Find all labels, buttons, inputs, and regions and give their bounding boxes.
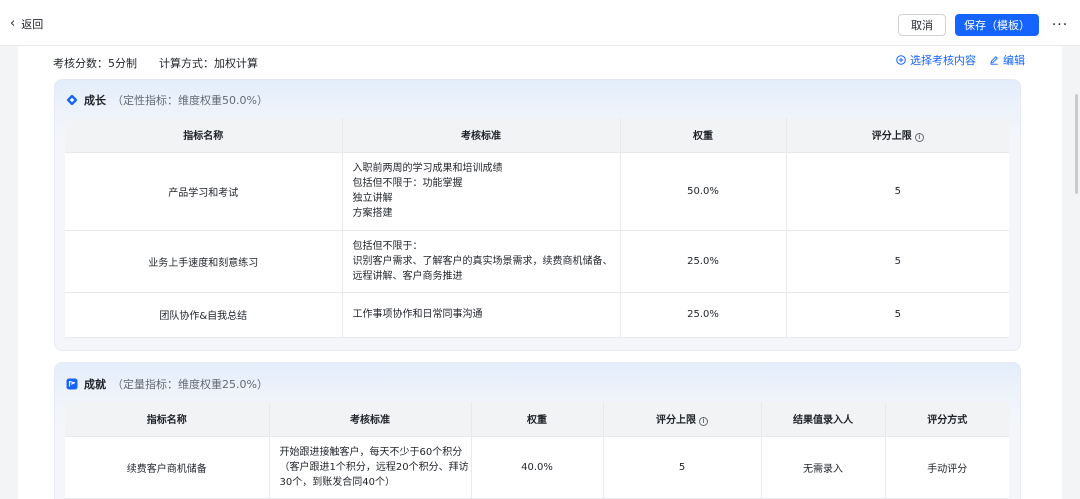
table-row: 业务上手速度和刻意练习 包括但不限于： 识别客户需求、了解客户的真实场景需求，续… bbox=[65, 230, 1009, 293]
back-button[interactable]: ‹ 返回 bbox=[10, 16, 43, 32]
column-header: 评分方式 bbox=[885, 402, 1009, 437]
scoring-method-cell: 手动评分 bbox=[885, 436, 1009, 499]
more-options-icon[interactable]: ··· bbox=[1050, 14, 1070, 36]
flag-icon bbox=[66, 378, 78, 390]
section-title: 成长 bbox=[84, 94, 106, 107]
column-header: 考核标准 bbox=[342, 118, 621, 153]
column-header-label: 评分上限 bbox=[656, 415, 696, 427]
diamond-icon bbox=[66, 94, 78, 106]
section-title: 成就 bbox=[84, 378, 106, 391]
column-header-score-limit: 评分上限 i bbox=[786, 118, 1009, 153]
indicator-name: 产品学习和考试 bbox=[65, 152, 343, 231]
standard-cell: 工作事项协作和日常同事沟通 bbox=[342, 292, 621, 338]
result-entry-cell: 无需录入 bbox=[761, 436, 886, 499]
indicator-name: 业务上手速度和刻意练习 bbox=[65, 230, 343, 293]
select-content-link[interactable]: 选择考核内容 bbox=[896, 52, 976, 68]
column-header: 结果值录入人 bbox=[761, 402, 886, 437]
standard-cell: 入职前两周的学习成果和培训成绩 包括但不限于：功能掌握 独立讲解 方案搭建 bbox=[342, 152, 621, 231]
table-row: 续费客户商机储备 开始跟进接触客户，每天不少于60个积分 （客户跟进1个积分，远… bbox=[65, 436, 1009, 499]
score-limit-cell: 5 bbox=[786, 292, 1009, 338]
standard-line: 30个，到账发合同40个） bbox=[279, 476, 395, 488]
table-row: 产品学习和考试 入职前两周的学习成果和培训成绩 包括但不限于：功能掌握 独立讲解… bbox=[65, 152, 1009, 231]
standard-line: 识别客户需求、了解客户的真实场景需求，续费商机储备、 bbox=[352, 255, 613, 267]
table-header-row: 指标名称 考核标准 权重 评分上限 i 结果值录入人 评分方式 bbox=[65, 402, 1009, 437]
standard-cell: 包括但不限于： 识别客户需求、了解客户的真实场景需求，续费商机储备、 远程讲解、… bbox=[342, 230, 621, 293]
indicator-name: 团队协作&自我总结 bbox=[65, 292, 343, 338]
column-header-score-limit: 评分上限 i bbox=[603, 402, 762, 437]
info-icon[interactable]: i bbox=[914, 133, 924, 143]
save-template-button[interactable]: 保存（模板） bbox=[955, 14, 1039, 36]
score-limit-cell: 5 bbox=[786, 152, 1009, 231]
standard-line: 包括但不限于：功能掌握 bbox=[352, 178, 463, 189]
standard-line: 包括但不限于： bbox=[352, 240, 423, 252]
standard-line: 开始跟进接触客户，每天不少于60个积分 bbox=[279, 446, 463, 458]
growth-indicators-table: 指标名称 考核标准 权重 评分上限 i 产品学习和考试 入职前两周的学习成果和培训… bbox=[65, 118, 1009, 338]
column-header-label: 评分上限 bbox=[871, 131, 912, 143]
cancel-button[interactable]: 取消 bbox=[898, 14, 946, 36]
scrollbar[interactable] bbox=[1075, 94, 1078, 194]
weight-cell: 40.0% bbox=[471, 436, 604, 499]
edit-link[interactable]: 编辑 bbox=[989, 52, 1025, 68]
back-label: 返回 bbox=[21, 18, 44, 31]
score-scale-text: 考核分数：5分制 bbox=[53, 57, 137, 70]
plus-circle-icon bbox=[896, 55, 906, 65]
standard-line: （客户跟进1个积分，远程20个积分、拜访 bbox=[279, 461, 469, 473]
column-header: 权重 bbox=[471, 402, 604, 437]
calc-method-text: 计算方式：加权计算 bbox=[159, 57, 258, 70]
edit-label: 编辑 bbox=[1003, 54, 1025, 67]
standard-cell: 开始跟进接触客户，每天不少于60个积分 （客户跟进1个积分，远程20个积分、拜访… bbox=[269, 436, 472, 499]
weight-cell: 25.0% bbox=[620, 230, 787, 293]
growth-section-header: 成长 （定性指标：维度权重50.0%） bbox=[66, 92, 268, 108]
standard-line: 独立讲解 bbox=[352, 193, 393, 204]
standard-line: 方案搭建 bbox=[352, 208, 393, 219]
assessment-summary: 考核分数：5分制 计算方式：加权计算 bbox=[53, 55, 258, 71]
top-bar: ‹ 返回 取消 保存（模板） ··· bbox=[0, 0, 1080, 46]
column-header: 指标名称 bbox=[65, 402, 270, 437]
score-limit-cell: 5 bbox=[603, 436, 762, 499]
column-header: 指标名称 bbox=[65, 118, 343, 153]
indicator-name: 续费客户商机储备 bbox=[65, 436, 270, 499]
weight-cell: 25.0% bbox=[620, 292, 787, 338]
section-subtitle: （定量指标：维度权重25.0%） bbox=[112, 378, 268, 391]
table-row: 团队协作&自我总结 工作事项协作和日常同事沟通 25.0% 5 bbox=[65, 292, 1009, 338]
table-header-row: 指标名称 考核标准 权重 评分上限 i bbox=[65, 118, 1009, 153]
standard-line: 远程讲解、客户商务推进 bbox=[352, 270, 463, 282]
column-header: 权重 bbox=[620, 118, 787, 153]
section-subtitle: （定性指标：维度权重50.0%） bbox=[112, 94, 268, 107]
column-header: 考核标准 bbox=[269, 402, 472, 437]
chevron-left-icon: ‹ bbox=[10, 16, 16, 31]
select-content-label: 选择考核内容 bbox=[910, 54, 976, 67]
score-limit-cell: 5 bbox=[786, 230, 1009, 293]
standard-line: 工作事项协作和日常同事沟通 bbox=[352, 309, 483, 320]
info-icon[interactable]: i bbox=[699, 417, 708, 427]
standard-line: 入职前两周的学习成果和培训成绩 bbox=[352, 163, 503, 174]
pencil-icon bbox=[989, 55, 999, 65]
achievement-section-header: 成就 （定量指标：维度权重25.0%） bbox=[66, 376, 268, 392]
weight-cell: 50.0% bbox=[620, 152, 787, 231]
achievement-indicators-table: 指标名称 考核标准 权重 评分上限 i 结果值录入人 评分方式 续费客户商机储备 … bbox=[65, 402, 1009, 499]
